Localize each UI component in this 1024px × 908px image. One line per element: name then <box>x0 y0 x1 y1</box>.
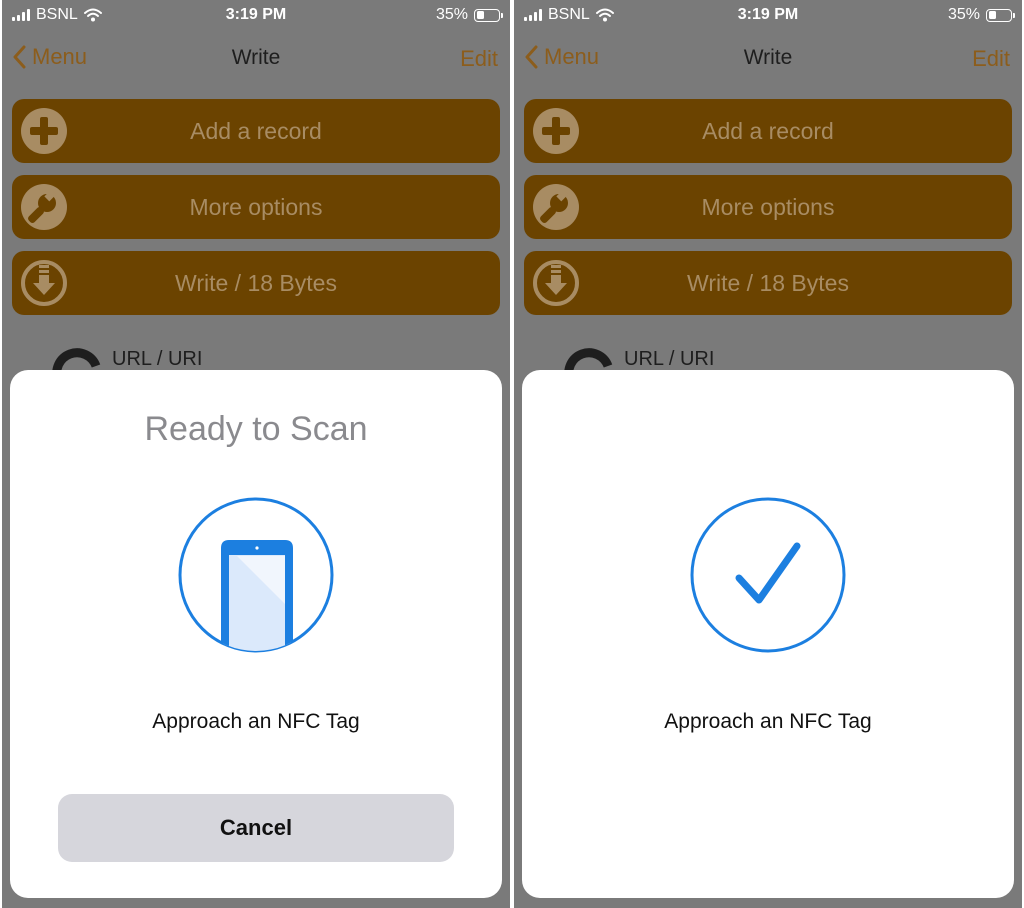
phone-scan-icon <box>178 497 334 653</box>
sheet-title: Ready to Scan <box>144 410 368 448</box>
page-title: Write <box>231 46 281 69</box>
edit-button[interactable]: Edit <box>972 46 1010 72</box>
phone-screen-scan-success: BSNL 3:19 PM 35% Menu Write Edit Add a r… <box>514 0 1022 908</box>
write-button[interactable]: Write / 18 Bytes <box>524 251 1012 315</box>
write-label: Write / 18 Bytes <box>687 269 849 296</box>
nav-bar: Menu Write Edit <box>2 36 510 80</box>
status-bar: BSNL 3:19 PM 35% <box>514 0 1022 30</box>
record-label: URL / URI <box>112 348 203 370</box>
download-arrow-icon <box>533 260 579 306</box>
nav-bar: Menu Write Edit <box>514 36 1022 80</box>
write-label: Write / 18 Bytes <box>175 269 337 296</box>
add-record-label: Add a record <box>190 117 322 144</box>
record-label: URL / URI <box>624 348 715 370</box>
nfc-scan-sheet: Approach an NFC Tag <box>522 370 1014 898</box>
plus-circle-icon <box>21 108 67 154</box>
status-time: 3:19 PM <box>225 6 287 23</box>
status-bar: BSNL 3:19 PM 35% <box>2 0 510 30</box>
battery-icon <box>986 8 1015 22</box>
sheet-message: Approach an NFC Tag <box>152 710 360 733</box>
sheet-message: Approach an NFC Tag <box>664 710 872 733</box>
edit-button[interactable]: Edit <box>460 46 498 72</box>
more-options-button[interactable]: More options <box>12 175 500 239</box>
cancel-button[interactable]: Cancel <box>58 794 454 862</box>
nfc-scan-sheet: Ready to Scan Approach an NFC Tag Cancel <box>10 370 502 898</box>
wrench-icon <box>21 184 67 230</box>
write-button[interactable]: Write / 18 Bytes <box>12 251 500 315</box>
battery-percent: 35% <box>435 6 468 23</box>
phone-screen-ready-to-scan: BSNL 3:19 PM 35% Menu Write Edit Add a r… <box>2 0 510 908</box>
battery-icon <box>474 8 503 22</box>
more-options-button[interactable]: More options <box>524 175 1012 239</box>
page-title: Write <box>743 46 793 69</box>
wrench-icon <box>533 184 579 230</box>
checkmark-icon <box>690 497 846 653</box>
more-options-label: More options <box>189 193 323 220</box>
status-time: 3:19 PM <box>737 6 799 23</box>
add-record-label: Add a record <box>702 117 834 144</box>
add-record-button[interactable]: Add a record <box>12 99 500 163</box>
battery-percent: 35% <box>947 6 980 23</box>
plus-circle-icon <box>533 108 579 154</box>
add-record-button[interactable]: Add a record <box>524 99 1012 163</box>
download-arrow-icon <box>21 260 67 306</box>
more-options-label: More options <box>701 193 835 220</box>
